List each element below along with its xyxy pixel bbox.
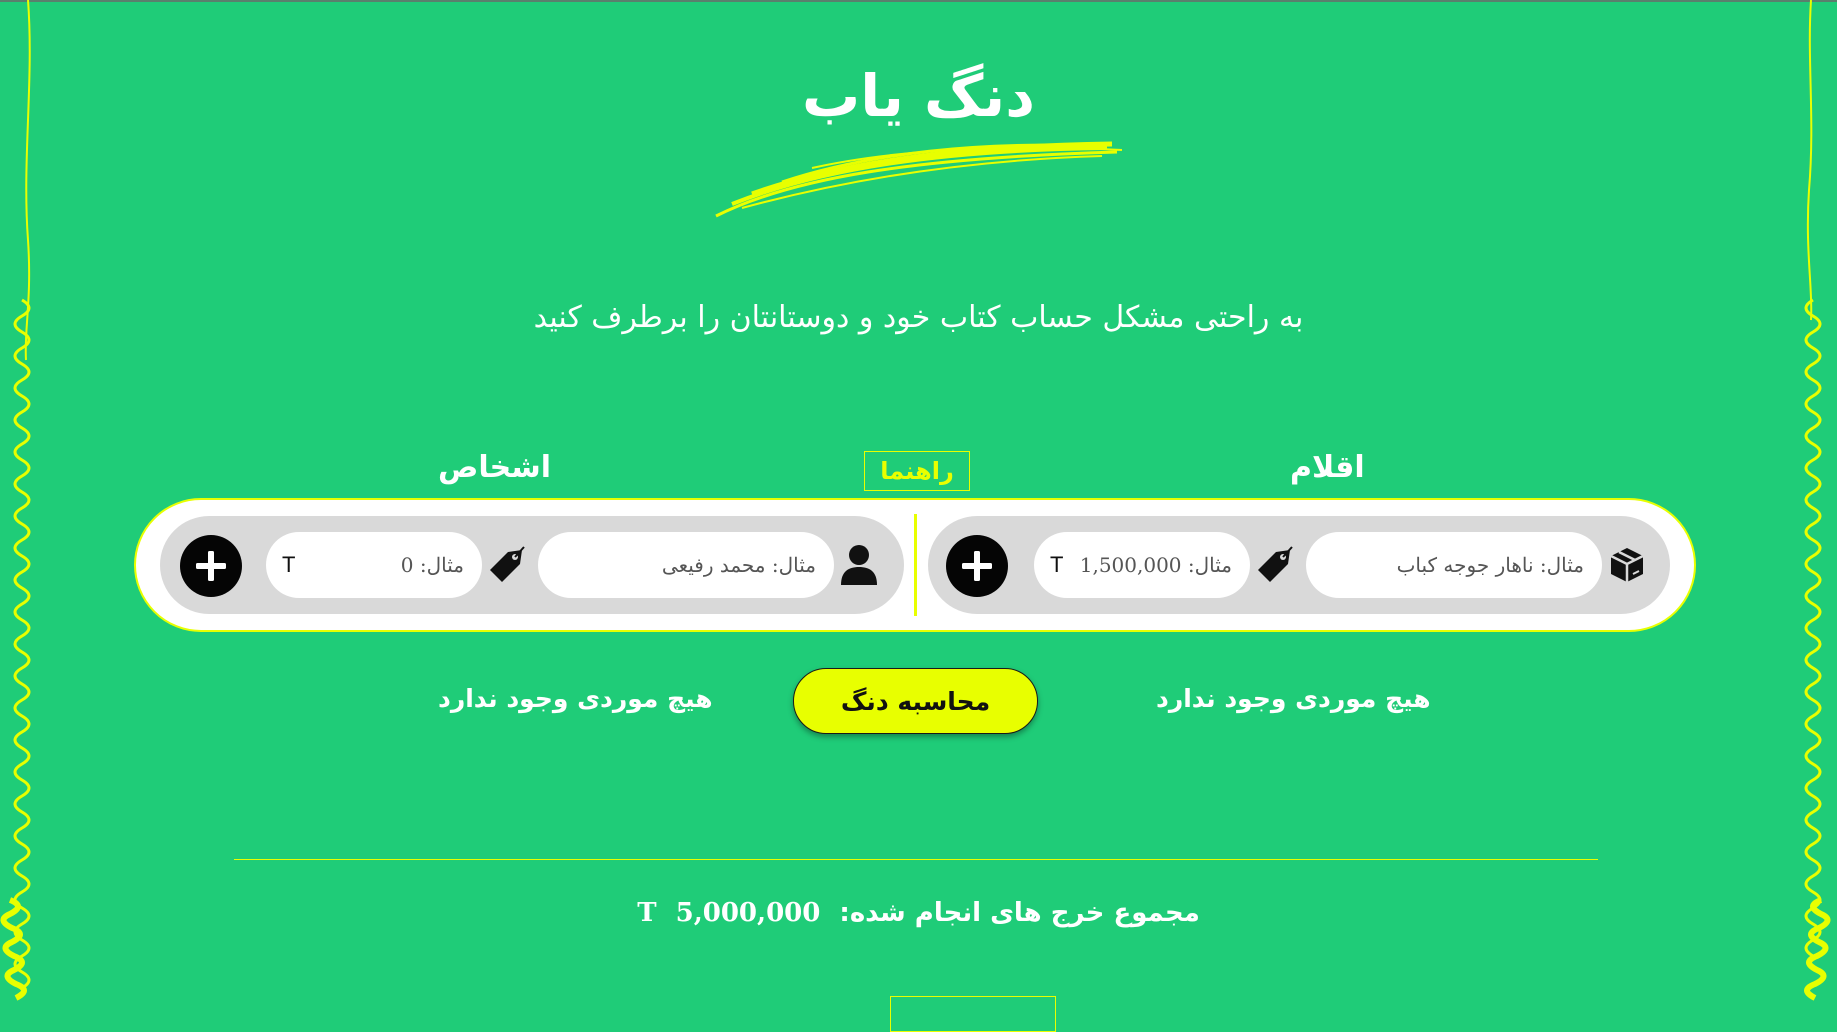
plus-icon (196, 551, 226, 581)
brush-stroke-underline-icon (715, 141, 1123, 218)
section-divider (234, 859, 1598, 860)
total-label: مجموع خرج های انجام شده: (839, 898, 1200, 928)
result-row-partial (0, 996, 1837, 1032)
price-tag-icon (484, 542, 530, 588)
item-price-field[interactable]: T (1034, 531, 1250, 599)
result-action-button[interactable] (890, 996, 1056, 1032)
items-section-label: اقلام (1290, 450, 1365, 485)
card-divider (914, 514, 917, 616)
user-icon (836, 542, 882, 588)
item-price-input[interactable] (1071, 531, 1234, 599)
people-input-panel: T (160, 516, 904, 614)
app-title: دنگ یاب (802, 62, 1035, 130)
items-empty-message: هیچ موردی وجود ندارد (1156, 684, 1431, 713)
doodle-border-right-icon (1804, 0, 1831, 1001)
guide-button[interactable]: راهنما (864, 451, 970, 491)
currency-symbol: T (282, 552, 296, 577)
app-subtitle: به راحتی مشکل حساب کتاب خود و دوستانتان … (533, 300, 1304, 335)
calculate-share-button[interactable]: محاسبه دنگ (793, 668, 1038, 734)
total-currency: T (637, 898, 657, 928)
box-icon (1604, 542, 1650, 588)
plus-icon (962, 551, 992, 581)
item-name-input[interactable] (1322, 531, 1586, 599)
person-name-input[interactable] (554, 531, 818, 599)
person-amount-input[interactable] (303, 531, 466, 599)
price-tag-icon (1252, 542, 1298, 588)
doodle-border-left-icon (0, 0, 31, 1001)
top-border (0, 0, 1837, 2)
items-input-panel: T (928, 516, 1670, 614)
item-name-field[interactable] (1306, 531, 1602, 599)
total-expenses: مجموع خرج های انجام شده: 5,000,000 T (0, 898, 1837, 928)
add-person-button[interactable] (180, 535, 242, 597)
total-value: 5,000,000 (675, 898, 821, 928)
people-section-label: اشخاص (438, 450, 552, 485)
person-name-field[interactable] (538, 531, 834, 599)
person-amount-field[interactable]: T (266, 531, 482, 599)
currency-symbol: T (1050, 552, 1064, 577)
people-empty-message: هیچ موردی وجود ندارد (438, 684, 713, 713)
add-item-button[interactable] (946, 535, 1008, 597)
